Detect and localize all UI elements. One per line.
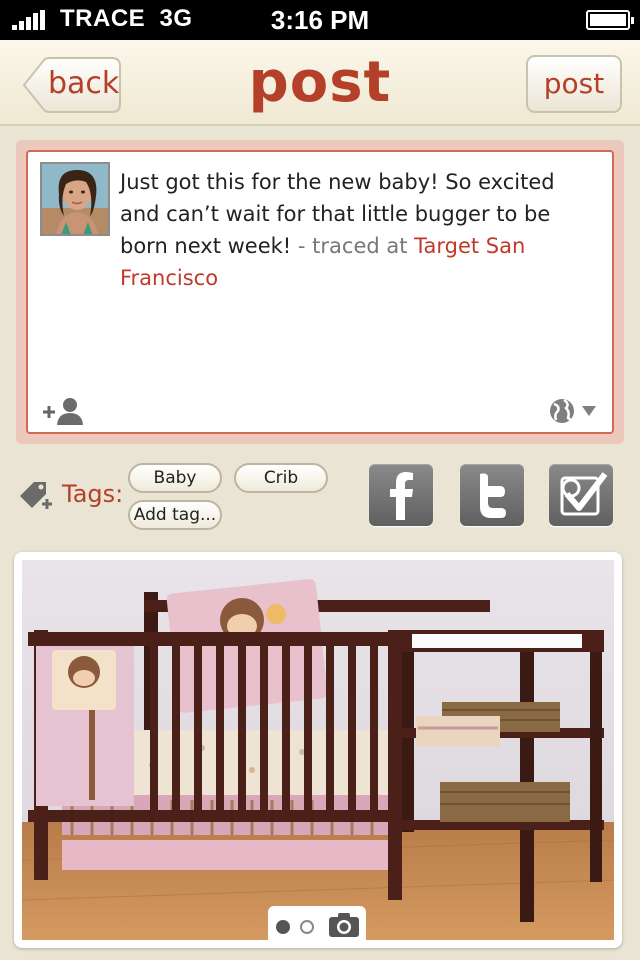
status-time: 3:16 PM xyxy=(270,5,370,35)
add-person-icon xyxy=(43,398,83,425)
post-text[interactable]: Just got this for the new baby! So excit… xyxy=(120,166,600,294)
photo-card xyxy=(14,552,622,948)
privacy-globe-button[interactable] xyxy=(548,396,598,426)
add-tag-icon xyxy=(16,478,52,514)
share-twitter-button[interactable] xyxy=(460,464,524,526)
crib-photo[interactable] xyxy=(22,560,614,940)
photo-pager[interactable] xyxy=(268,906,366,942)
globe-icon xyxy=(550,398,596,424)
composer-frame: Just got this for the new baby! So excit… xyxy=(16,140,624,444)
post-composer[interactable]: Just got this for the new baby! So excit… xyxy=(26,150,614,434)
battery-icon xyxy=(586,10,634,30)
post-button[interactable]: post xyxy=(526,55,622,113)
status-bar: TRACE 3G 3:16 PM xyxy=(0,0,640,40)
tag-chip-baby[interactable]: Baby xyxy=(128,463,222,493)
avatar xyxy=(40,162,110,236)
share-checkin-button[interactable] xyxy=(549,464,613,526)
pager-dot-active[interactable] xyxy=(276,920,290,934)
check-in-icon xyxy=(560,472,608,516)
add-person-button[interactable] xyxy=(40,396,88,426)
add-tag-button[interactable]: Add tag... xyxy=(128,500,222,530)
post-location-prefix: - traced at xyxy=(291,234,415,258)
tag-chip-crib[interactable]: Crib xyxy=(234,463,328,493)
facebook-icon xyxy=(390,472,413,520)
twitter-icon xyxy=(480,473,506,518)
pager-dot[interactable] xyxy=(300,920,314,934)
share-facebook-button[interactable] xyxy=(369,464,433,526)
camera-icon[interactable] xyxy=(328,912,360,938)
nav-bar: back post post xyxy=(0,40,640,126)
tags-label: Tags: xyxy=(62,480,124,508)
